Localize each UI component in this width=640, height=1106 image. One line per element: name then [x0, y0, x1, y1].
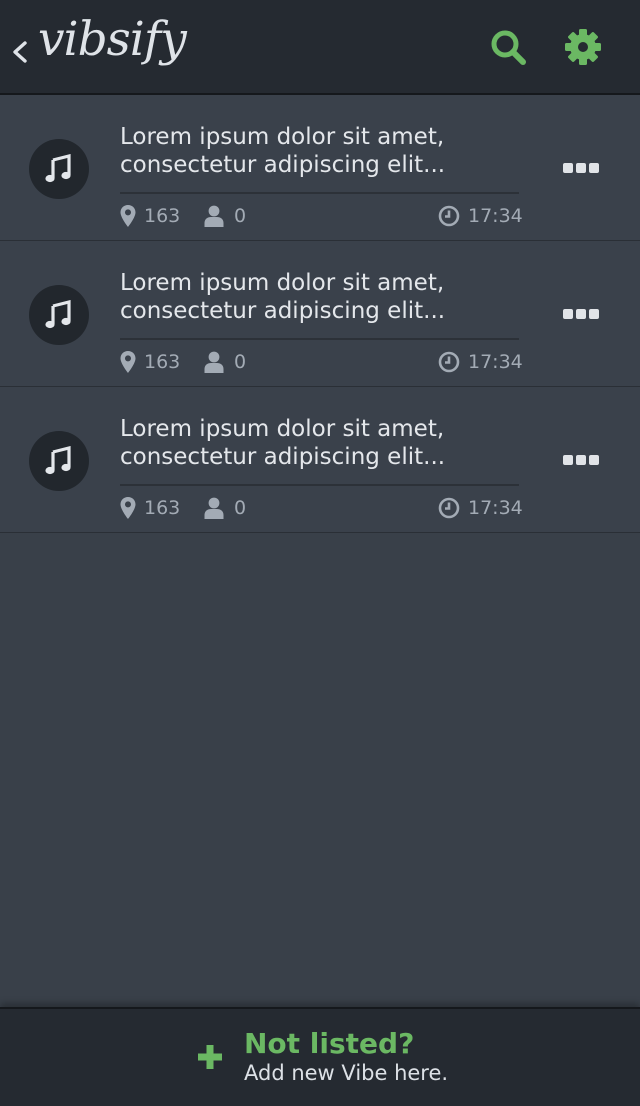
item-title: Lorem ipsum dolor sit amet, consectetur …: [120, 123, 520, 179]
list-item[interactable]: Lorem ipsum dolor sit amet, consectetur …: [0, 241, 640, 387]
vibe-avatar: [29, 431, 89, 491]
vibe-avatar: [29, 285, 89, 345]
user-count: 0: [234, 205, 247, 227]
user-icon: [204, 497, 224, 519]
more-options-icon[interactable]: [563, 307, 599, 321]
item-title: Lorem ipsum dolor sit amet, consectetur …: [120, 269, 520, 325]
map-pin-icon: [120, 351, 136, 373]
time-label: 17:34: [468, 205, 523, 227]
search-icon[interactable]: [489, 28, 527, 66]
gear-icon[interactable]: [564, 28, 602, 66]
user-icon: [204, 205, 224, 227]
time-label: 17:34: [468, 351, 523, 373]
clock-icon: [438, 497, 460, 519]
more-options-icon[interactable]: [563, 161, 599, 175]
location-count: 163: [144, 351, 181, 373]
location-count: 163: [144, 497, 181, 519]
title-line-1: Lorem ipsum dolor sit amet,: [120, 270, 445, 296]
title-line-2: consectetur adipiscing elit...: [120, 298, 446, 324]
clock-icon: [438, 351, 460, 373]
plus-icon: [198, 1045, 222, 1069]
map-pin-icon: [120, 205, 136, 227]
time-label: 17:34: [468, 497, 523, 519]
music-note-icon: [44, 300, 74, 330]
title-line-1: Lorem ipsum dolor sit amet,: [120, 124, 445, 150]
app-logo: vibsify: [38, 12, 187, 67]
clock-icon: [438, 205, 460, 227]
map-pin-icon: [120, 497, 136, 519]
chevron-left-icon[interactable]: [10, 33, 32, 71]
user-count: 0: [234, 497, 247, 519]
user-icon: [204, 351, 224, 373]
title-line-2: consectetur adipiscing elit...: [120, 444, 446, 470]
item-title: Lorem ipsum dolor sit amet, consectetur …: [120, 415, 520, 471]
vibe-list: Lorem ipsum dolor sit amet, consectetur …: [0, 95, 640, 533]
more-options-icon[interactable]: [563, 453, 599, 467]
location-count: 163: [144, 205, 181, 227]
add-vibe-button[interactable]: Not listed? Add new Vibe here.: [0, 1007, 640, 1106]
footer-subtitle: Add new Vibe here.: [244, 1061, 449, 1085]
app-header: vibsify: [0, 0, 640, 95]
user-count: 0: [234, 351, 247, 373]
divider: [120, 338, 519, 340]
title-line-2: consectetur adipiscing elit...: [120, 152, 446, 178]
vibe-avatar: [29, 139, 89, 199]
title-line-1: Lorem ipsum dolor sit amet,: [120, 416, 445, 442]
divider: [120, 192, 519, 194]
music-note-icon: [44, 446, 74, 476]
music-note-icon: [44, 154, 74, 184]
list-item[interactable]: Lorem ipsum dolor sit amet, consectetur …: [0, 95, 640, 241]
list-item[interactable]: Lorem ipsum dolor sit amet, consectetur …: [0, 387, 640, 533]
divider: [120, 484, 519, 486]
footer-title: Not listed?: [244, 1027, 415, 1060]
